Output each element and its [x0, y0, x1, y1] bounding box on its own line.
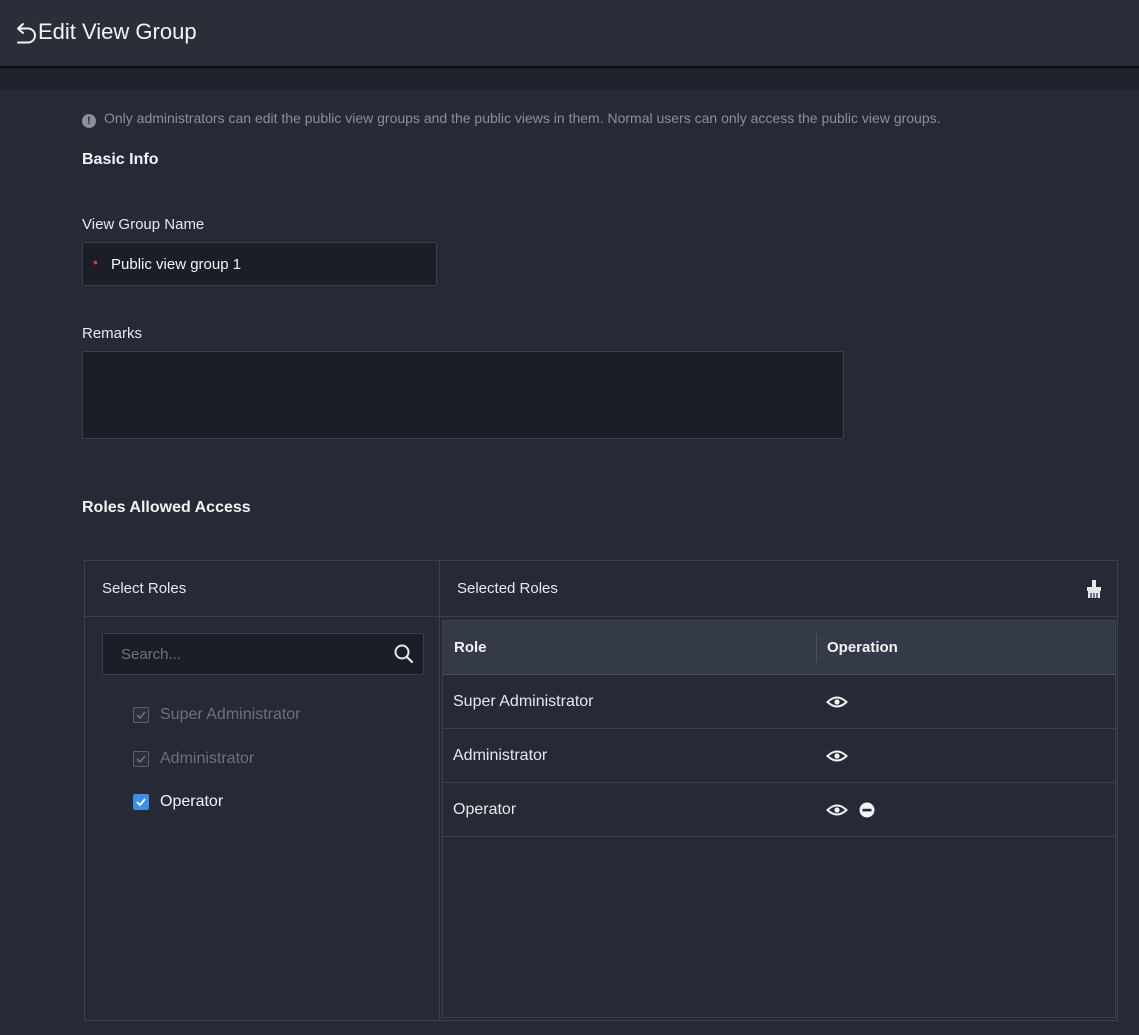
- search-icon[interactable]: [393, 643, 415, 665]
- view-icon[interactable]: [826, 746, 848, 766]
- role-option-label: Operator: [160, 793, 224, 810]
- notice-message: Only administrators can edit the public …: [104, 110, 941, 126]
- column-header-operation: Operation: [827, 639, 898, 656]
- page-header: Edit View Group: [0, 0, 1139, 68]
- role-option-label: Super Administrator: [160, 706, 301, 723]
- role-search-input[interactable]: [121, 634, 381, 674]
- section-title-roles: Roles Allowed Access: [82, 499, 251, 516]
- select-roles-panel: Select Roles Super Administrator Adminis…: [84, 560, 440, 1021]
- table-row: Operator: [443, 783, 1115, 837]
- remarks-label: Remarks: [82, 325, 143, 342]
- column-header-role: Role: [454, 639, 487, 656]
- column-divider: [816, 633, 817, 663]
- selected-roles-table: Role Operation Super Administrator Admin…: [442, 620, 1116, 1018]
- view-group-name-input[interactable]: [111, 243, 431, 285]
- role-cell: Operator: [453, 801, 517, 818]
- info-icon: !: [82, 114, 96, 128]
- role-search-box[interactable]: [102, 633, 424, 675]
- checkbox-checked-disabled[interactable]: [133, 751, 149, 767]
- select-roles-title: Select Roles: [102, 580, 187, 597]
- notice-text: ! Only administrators can edit the public…: [82, 110, 941, 128]
- table-row: Super Administrator: [443, 675, 1115, 729]
- selected-roles-title: Selected Roles: [457, 580, 558, 597]
- role-option-label: Administrator: [160, 750, 255, 767]
- required-marker: •: [93, 254, 98, 270]
- selected-roles-header: Selected Roles: [440, 561, 1117, 617]
- role-cell: Administrator: [453, 747, 548, 764]
- table-header: Role Operation: [443, 621, 1115, 675]
- view-icon[interactable]: [826, 800, 848, 820]
- edit-form: ! Only administrators can edit the public…: [0, 90, 1139, 1035]
- role-cell: Super Administrator: [453, 693, 594, 710]
- view-group-name-label: View Group Name: [82, 216, 205, 233]
- remove-icon[interactable]: [856, 800, 878, 820]
- view-group-name-field[interactable]: •: [82, 242, 437, 286]
- select-roles-header: Select Roles: [85, 561, 439, 617]
- checkbox-checked-disabled[interactable]: [133, 707, 149, 723]
- table-row: Administrator: [443, 729, 1115, 783]
- back-arrow-icon[interactable]: [14, 20, 40, 46]
- selected-roles-panel: Selected Roles Role Operation Super Admi…: [440, 560, 1118, 1021]
- remarks-textarea[interactable]: [82, 351, 844, 439]
- page-title: Edit View Group: [38, 19, 197, 44]
- view-icon[interactable]: [826, 692, 848, 712]
- clear-all-icon[interactable]: [1085, 579, 1103, 599]
- checkbox-checked[interactable]: [133, 794, 149, 810]
- section-title-basic-info: Basic Info: [82, 151, 159, 168]
